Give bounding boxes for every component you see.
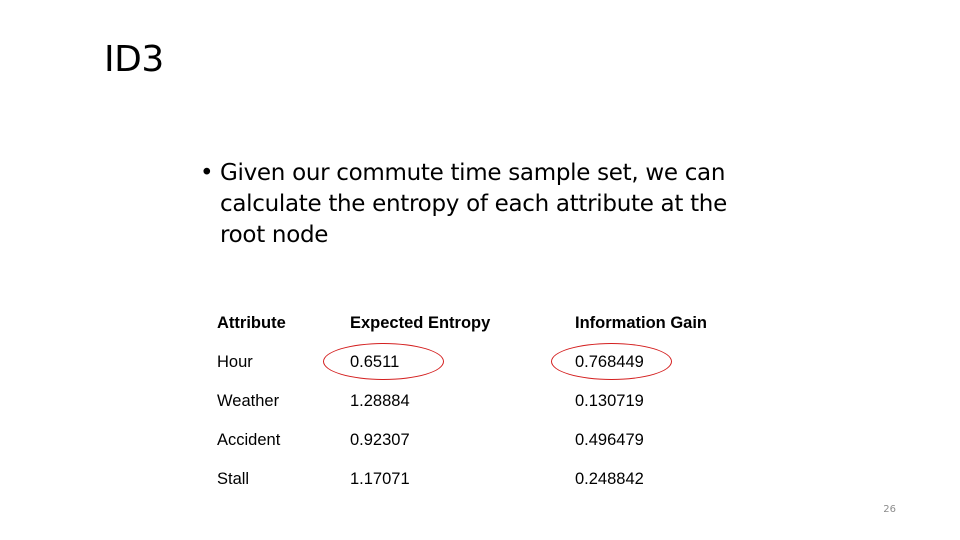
bullet-item: • Given our commute time sample set, we … <box>200 158 760 251</box>
bullet-dot-icon: • <box>200 160 214 186</box>
table-row: Accident 0.92307 0.496479 <box>217 421 735 460</box>
slide: ID3 • Given our commute time sample set,… <box>0 0 960 540</box>
bullet-list: • Given our commute time sample set, we … <box>200 158 760 251</box>
bullet-text: Given our commute time sample set, we ca… <box>220 160 727 248</box>
cell-attribute: Accident <box>217 431 281 449</box>
cell-attribute: Weather <box>217 392 280 410</box>
cell-information-gain: 0.768449 <box>575 353 644 371</box>
cell-expected-entropy: 0.6511 <box>350 353 400 371</box>
cell-information-gain: 0.496479 <box>575 431 644 449</box>
cell-information-gain: 0.248842 <box>575 470 644 488</box>
cell-expected-entropy: 1.28884 <box>350 392 410 410</box>
table-row: Stall 1.17071 0.248842 <box>217 460 735 499</box>
cell-expected-entropy: 0.92307 <box>350 431 410 449</box>
header-information-gain: Information Gain <box>575 314 707 332</box>
cell-attribute: Hour <box>217 353 253 371</box>
cell-attribute: Stall <box>217 470 250 488</box>
entropy-table: Attribute Expected Entropy Information G… <box>217 304 735 499</box>
header-expected-entropy: Expected Entropy <box>350 314 491 332</box>
table-row: Weather 1.28884 0.130719 <box>217 382 735 421</box>
slide-number: 26 <box>883 504 896 515</box>
header-attribute: Attribute <box>217 314 286 332</box>
cell-expected-entropy: 1.17071 <box>350 470 410 488</box>
table-row: Hour 0.6511 0.768449 <box>217 343 735 382</box>
slide-title: ID3 <box>104 39 164 80</box>
table-header-row: Attribute Expected Entropy Information G… <box>217 304 735 343</box>
cell-information-gain: 0.130719 <box>575 392 644 410</box>
